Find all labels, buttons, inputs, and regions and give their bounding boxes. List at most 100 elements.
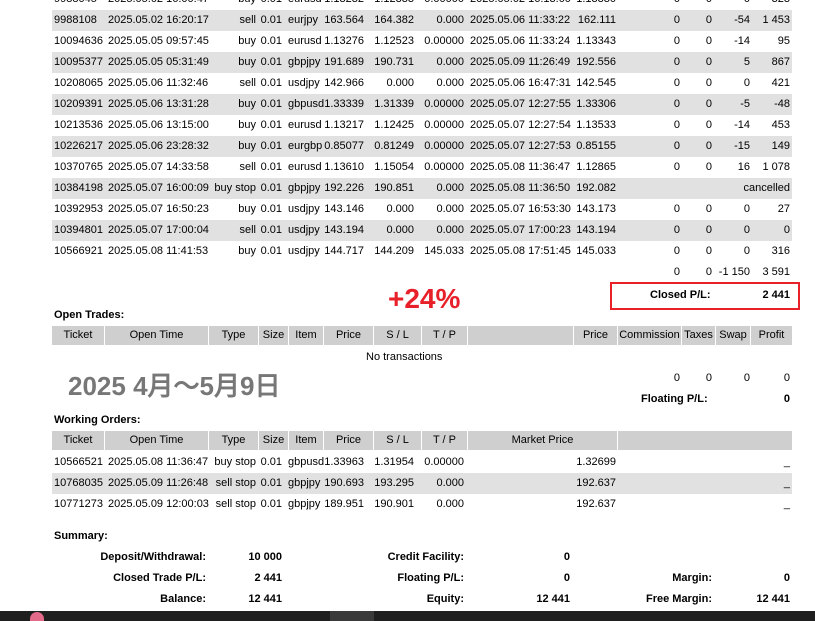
cell-item: eurusd — [288, 161, 322, 173]
cell-open-time: 2025.05.07 14:33:58 — [108, 161, 209, 173]
cell-size: 0.01 — [260, 161, 282, 173]
credit-value: 0 — [563, 551, 570, 563]
cell-close-price: 162.111 — [577, 14, 616, 26]
cell-swap: 16 — [737, 161, 750, 173]
cell-price: 1.33963 — [324, 456, 364, 468]
cell-profit: 0 — [783, 224, 790, 236]
cell-open-time: 2025.05.07 17:00:04 — [108, 224, 209, 236]
cell-close-time: 2025.05.07 16:53:30 — [470, 203, 571, 215]
cell-taxes: 0 — [705, 203, 712, 215]
cell-tp: 0.000 — [436, 498, 464, 510]
table-row: 10384198 2025.05.07 16:00:09 buy stop 0.01 g… — [52, 178, 792, 199]
deposit-label: Deposit/Withdrawal: — [100, 551, 206, 563]
cell-price: 190.693 — [324, 477, 364, 489]
cell-profit: 95 — [777, 35, 790, 47]
cell-ticket: 10226217 — [54, 140, 103, 152]
cell-swap: -14 — [734, 119, 750, 131]
cell-tp: 0.00000 — [424, 98, 464, 110]
gain-percentage-overlay: +24% — [388, 283, 461, 314]
cell-cancelled: cancelled — [743, 182, 790, 194]
open-trades-title: Open Trades: — [54, 309, 125, 321]
cell-swap: 5 — [743, 56, 750, 68]
taskbar-strip — [0, 611, 815, 621]
cell-item: usdjpy — [288, 245, 320, 257]
cell-ticket: 10208065 — [54, 77, 103, 89]
cell-close-time: 2025.05.08 11:36:50 — [470, 182, 571, 194]
floating-pl-label: Floating P/L: — [641, 393, 708, 405]
cell-type: sell — [239, 77, 256, 89]
cell-market-price: 192.637 — [576, 477, 616, 489]
cell-close-time: 2025.05.06 11:33:22 — [470, 14, 571, 26]
cell-ticket: 10370765 — [54, 161, 103, 173]
cell-commission: 0 — [650, 0, 680, 10]
cell-type: buy — [238, 203, 256, 215]
cell-profit: 1 453 — [762, 14, 790, 26]
table-row: 10392953 2025.05.07 16:50:23 buy 0.01 usdjpy… — [52, 199, 792, 220]
cell-taxes: 0 — [705, 161, 712, 173]
cell-sl: 0.81249 — [374, 140, 414, 152]
cell-commission: 0 — [673, 203, 680, 215]
cell-price: 1.13232 — [324, 0, 364, 10]
table-row: 10771273 2025.05.09 12:00:03 sell stop 0.01… — [52, 494, 792, 515]
cell-sl: 190.731 — [374, 56, 414, 68]
cell-type: buy — [238, 35, 256, 47]
cell-taxes: 0 — [705, 35, 712, 47]
cell-close-time: 2025.05.06 16:47:31 — [470, 77, 571, 89]
cell-market-price: 1.32699 — [576, 456, 616, 468]
cell-swap: -54 — [734, 14, 750, 26]
cell-open-time: 2025.05.02 16:20:17 — [108, 14, 209, 26]
cell-ticket: 10566521 — [54, 456, 103, 468]
cell-open-time: 2025.05.07 16:50:23 — [108, 203, 209, 215]
cell-close-time: 2025.05.07 12:27:55 — [470, 98, 571, 110]
cell-item: gbpusd — [288, 456, 325, 468]
cell-size: 0.01 — [260, 77, 282, 89]
cell-open-time: 2025.05.05 05:31:49 — [108, 56, 209, 68]
cell-sl: 1.12425 — [374, 119, 414, 131]
cell-swap: 0 — [743, 77, 750, 89]
cell-tp: 0.000 — [436, 14, 464, 26]
table-row: 10566921 2025.05.08 11:41:53 buy 0.01 usdjpy… — [52, 241, 792, 262]
app-icon[interactable] — [30, 612, 44, 621]
cell-close-time: 2025.05.02 16:13:00 — [470, 0, 574, 10]
cell-item: eurusd — [288, 0, 328, 10]
cell-swap: 0 — [743, 224, 750, 236]
cell-close-time: 2025.05.08 17:51:45 — [470, 245, 571, 257]
cell-mark: _ — [783, 477, 790, 489]
cell-size: 0.01 — [260, 182, 282, 194]
cell-close-time: 2025.05.07 17:00:23 — [470, 224, 571, 236]
cell-ticket: 10384198 — [54, 182, 103, 194]
cell-type: sell stop — [215, 498, 256, 510]
cell-tp: 0.00000 — [424, 456, 464, 468]
cell-size: 0.01 — [260, 245, 282, 257]
cell-tp: 0.000 — [436, 203, 464, 215]
cell-open-time: 2025.05.09 12:00:03 — [108, 498, 209, 510]
cell-size: 0.01 — [258, 0, 282, 10]
cell-size: 0.01 — [260, 456, 282, 468]
cell-item: eurjpy — [288, 14, 318, 26]
cell-open-time: 2025.05.08 11:36:47 — [108, 456, 209, 468]
table-row: 10208065 2025.05.06 11:32:46 sell 0.01 usdjp… — [52, 73, 792, 94]
cell-swap: -14 — [734, 35, 750, 47]
cell-profit: 149 — [771, 140, 790, 152]
taskbar-item-active[interactable] — [330, 611, 374, 621]
deposit-value: 10 000 — [248, 551, 282, 563]
cell-open-time: 2025.05.06 13:15:00 — [108, 119, 209, 131]
cell-profit: 323 — [754, 0, 790, 10]
col-taxes: Taxes — [682, 326, 716, 345]
col-ticket: Ticket — [52, 326, 105, 345]
cell-size: 0.01 — [260, 498, 282, 510]
cell-taxes: 0 — [705, 98, 712, 110]
cell-taxes: 0 — [705, 224, 712, 236]
cell-commission: 0 — [673, 161, 680, 173]
cell-sl: 190.901 — [374, 498, 414, 510]
cell-profit: 867 — [771, 56, 790, 68]
cell-price: 191.689 — [324, 56, 364, 68]
cell-price: 143.146 — [324, 203, 364, 215]
balance-value: 12 441 — [248, 593, 282, 605]
cell-price: 142.966 — [324, 77, 364, 89]
cell-price: 163.564 — [324, 14, 364, 26]
cell-size: 0.01 — [260, 224, 282, 236]
cell-profit: 27 — [777, 203, 790, 215]
table-row: 10209391 2025.05.06 13:31:28 buy 0.01 gbpusd… — [52, 94, 792, 115]
cell-type: sell — [239, 224, 256, 236]
